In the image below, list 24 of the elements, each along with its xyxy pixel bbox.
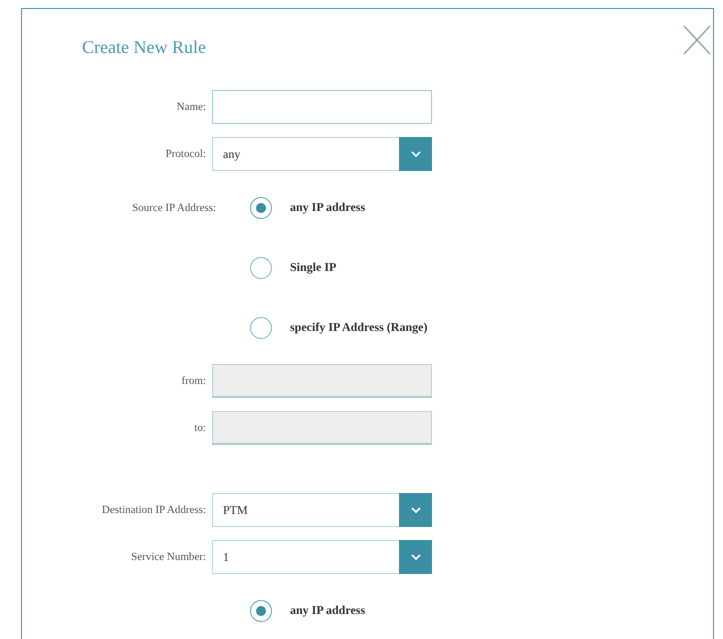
radio-label: specify IP Address (Range) xyxy=(290,320,428,335)
chevron-down-icon xyxy=(410,554,420,560)
dialog-title: Create New Rule xyxy=(82,37,206,58)
radio-button[interactable] xyxy=(250,600,272,622)
dropdown[interactable]: any xyxy=(212,137,432,171)
radio-label: any IP address xyxy=(290,200,366,215)
dropdown[interactable]: 1 xyxy=(212,540,432,574)
field-label: Destination IP Address: xyxy=(102,504,206,516)
close-icon[interactable] xyxy=(683,25,711,55)
field-label: Name: xyxy=(176,101,206,113)
radio-button[interactable] xyxy=(250,196,272,218)
radio-label: any IP address xyxy=(290,603,366,618)
field-label: Protocol: xyxy=(166,148,206,160)
chevron-down-icon xyxy=(410,507,420,513)
radio-button[interactable] xyxy=(250,256,272,278)
field-label: to: xyxy=(194,422,206,434)
radio-label: Single IP xyxy=(290,260,336,275)
field-label: Source IP Address: xyxy=(132,202,216,214)
radio-button[interactable] xyxy=(250,316,272,338)
field-label: from: xyxy=(182,375,206,387)
field-label: Service Number: xyxy=(131,551,206,563)
text-field[interactable] xyxy=(212,90,432,124)
chevron-down-icon xyxy=(410,151,420,157)
dropdown[interactable]: PTM xyxy=(212,493,432,527)
